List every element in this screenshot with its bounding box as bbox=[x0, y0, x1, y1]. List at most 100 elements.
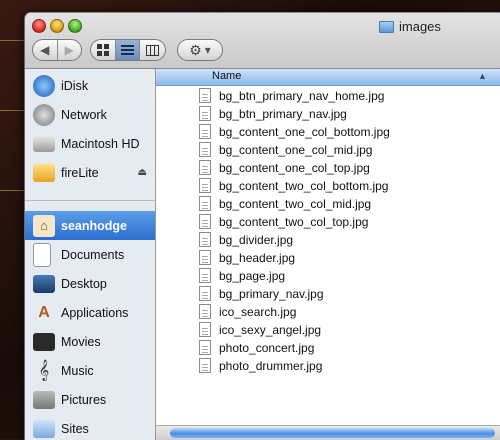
list-item[interactable]: bg_btn_primary_nav_home.jpg bbox=[156, 87, 500, 105]
sidebar-item-applications[interactable]: A Applications bbox=[25, 298, 155, 327]
sidebar-item-seanhodge[interactable]: ⌂ seanhodge bbox=[25, 211, 155, 240]
jpeg-file-icon bbox=[199, 322, 211, 337]
list-item[interactable]: bg_header.jpg bbox=[156, 249, 500, 267]
sidebar: iDisk Network Macintosh HD fireLite ⏏ ⌂ … bbox=[25, 69, 156, 440]
file-name: bg_divider.jpg bbox=[219, 233, 294, 247]
sidebar-item-movies[interactable]: Movies bbox=[25, 327, 155, 356]
list-item[interactable]: bg_content_one_col_mid.jpg bbox=[156, 141, 500, 159]
file-name: bg_btn_primary_nav.jpg bbox=[219, 107, 347, 121]
home-icon: ⌂ bbox=[33, 214, 55, 237]
minimize-button[interactable] bbox=[50, 19, 64, 33]
jpeg-file-icon bbox=[199, 160, 211, 175]
sidebar-item-idisk[interactable]: iDisk bbox=[25, 71, 155, 100]
sidebar-item-label: Network bbox=[61, 107, 107, 122]
back-button[interactable]: ◀ bbox=[33, 40, 58, 60]
jpeg-file-icon bbox=[199, 340, 211, 355]
sidebar-item-network[interactable]: Network bbox=[25, 100, 155, 129]
sidebar-item-label: Movies bbox=[61, 334, 101, 349]
file-name: bg_primary_nav.jpg bbox=[219, 287, 324, 301]
list-view-button[interactable] bbox=[115, 40, 141, 60]
window-title-area: images bbox=[379, 19, 441, 34]
sidebar-item-macintosh-hd[interactable]: Macintosh HD bbox=[25, 129, 155, 158]
sidebar-item-label: Macintosh HD bbox=[61, 136, 140, 151]
desktop-icon bbox=[33, 274, 55, 293]
forward-button[interactable]: ▶ bbox=[58, 40, 82, 60]
file-name: bg_content_one_col_bottom.jpg bbox=[219, 125, 390, 139]
horizontal-scrollbar[interactable] bbox=[156, 425, 500, 440]
pictures-icon bbox=[33, 390, 55, 409]
file-name: bg_content_one_col_mid.jpg bbox=[219, 143, 373, 157]
sidebar-item-label: Music bbox=[61, 363, 94, 378]
file-name: ico_sexy_angel.jpg bbox=[219, 323, 322, 337]
column-header-label: Name bbox=[212, 70, 242, 82]
list-item[interactable]: ico_sexy_angel.jpg bbox=[156, 321, 500, 339]
toolbar: images ◀ ▶ ⚙ ▾ bbox=[25, 13, 500, 69]
name-column-header[interactable]: Name ▲ bbox=[156, 69, 500, 86]
list-item[interactable]: bg_content_one_col_top.jpg bbox=[156, 159, 500, 177]
jpeg-file-icon bbox=[199, 124, 211, 139]
sidebar-item-documents[interactable]: Documents bbox=[25, 240, 155, 269]
list-item[interactable]: bg_page.jpg bbox=[156, 267, 500, 285]
file-name: bg_content_one_col_top.jpg bbox=[219, 161, 370, 175]
action-button-inner: ⚙ ▾ bbox=[178, 40, 222, 60]
network-icon bbox=[33, 103, 55, 126]
jpeg-file-icon bbox=[199, 250, 211, 265]
sidebar-item-desktop[interactable]: Desktop bbox=[25, 269, 155, 298]
sites-icon bbox=[33, 419, 55, 438]
documents-icon bbox=[33, 242, 51, 267]
list-item[interactable]: bg_content_two_col_top.jpg bbox=[156, 213, 500, 231]
list-item[interactable]: bg_content_two_col_mid.jpg bbox=[156, 195, 500, 213]
chevron-down-icon: ▾ bbox=[204, 43, 211, 57]
sidebar-item-label: iDisk bbox=[61, 78, 89, 93]
folder-icon bbox=[379, 20, 394, 33]
sidebar-item-label: fireLite bbox=[61, 165, 99, 180]
file-name: bg_content_two_col_top.jpg bbox=[219, 215, 369, 229]
list-item[interactable]: bg_divider.jpg bbox=[156, 231, 500, 249]
file-name: bg_content_two_col_mid.jpg bbox=[219, 197, 372, 211]
file-name: ico_search.jpg bbox=[219, 305, 297, 319]
file-name: bg_content_two_col_bottom.jpg bbox=[219, 179, 389, 193]
desktop-line bbox=[0, 190, 24, 191]
applications-icon: A bbox=[38, 303, 50, 321]
list-item[interactable]: bg_primary_nav.jpg bbox=[156, 285, 500, 303]
sidebar-item-sites[interactable]: Sites bbox=[25, 414, 155, 440]
sort-ascending-icon: ▲ bbox=[478, 71, 487, 81]
sidebar-item-label: Sites bbox=[61, 421, 89, 436]
list-item[interactable]: bg_btn_primary_nav.jpg bbox=[156, 105, 500, 123]
jpeg-file-icon bbox=[199, 286, 211, 301]
jpeg-file-icon bbox=[199, 196, 211, 211]
list-item[interactable]: photo_drummer.jpg bbox=[156, 357, 500, 375]
movies-icon bbox=[33, 332, 55, 351]
sidebar-item-label: Pictures bbox=[61, 392, 107, 407]
zoom-button[interactable] bbox=[68, 19, 82, 33]
list-view-icon bbox=[121, 44, 134, 55]
window-title: images bbox=[399, 19, 441, 34]
action-menu-button[interactable]: ⚙ ▾ bbox=[177, 39, 223, 61]
list-item[interactable]: bg_content_one_col_bottom.jpg bbox=[156, 123, 500, 141]
sidebar-item-firelite[interactable]: fireLite ⏏ bbox=[25, 158, 155, 187]
jpeg-file-icon bbox=[199, 268, 211, 283]
sidebar-item-pictures[interactable]: Pictures bbox=[25, 385, 155, 414]
sidebar-item-label: seanhodge bbox=[61, 218, 127, 233]
jpeg-file-icon bbox=[199, 178, 211, 193]
eject-icon[interactable]: ⏏ bbox=[138, 167, 147, 178]
file-list: Name ▲ bg_btn_primary_nav_home.jpg bg_bt… bbox=[156, 69, 500, 440]
finder-window: images ◀ ▶ ⚙ ▾ iDisk Network Macintosh H… bbox=[24, 12, 500, 440]
hard-disk-icon bbox=[33, 135, 55, 152]
column-view-button[interactable] bbox=[140, 40, 165, 60]
close-button[interactable] bbox=[32, 19, 46, 33]
list-item[interactable]: bg_content_two_col_bottom.jpg bbox=[156, 177, 500, 195]
view-switcher bbox=[90, 39, 166, 61]
jpeg-file-icon bbox=[199, 142, 211, 157]
scrollbar-thumb[interactable] bbox=[170, 428, 495, 438]
icon-view-button[interactable] bbox=[91, 40, 116, 60]
list-item[interactable]: photo_concert.jpg bbox=[156, 339, 500, 357]
desktop-line bbox=[0, 110, 24, 111]
jpeg-file-icon bbox=[199, 214, 211, 229]
list-item[interactable]: ico_search.jpg bbox=[156, 303, 500, 321]
idisk-icon bbox=[33, 74, 55, 97]
jpeg-file-icon bbox=[199, 88, 211, 103]
file-name: bg_btn_primary_nav_home.jpg bbox=[219, 89, 385, 103]
icon-view-icon bbox=[96, 44, 109, 56]
sidebar-item-music[interactable]: 𝄞 Music bbox=[25, 356, 155, 385]
